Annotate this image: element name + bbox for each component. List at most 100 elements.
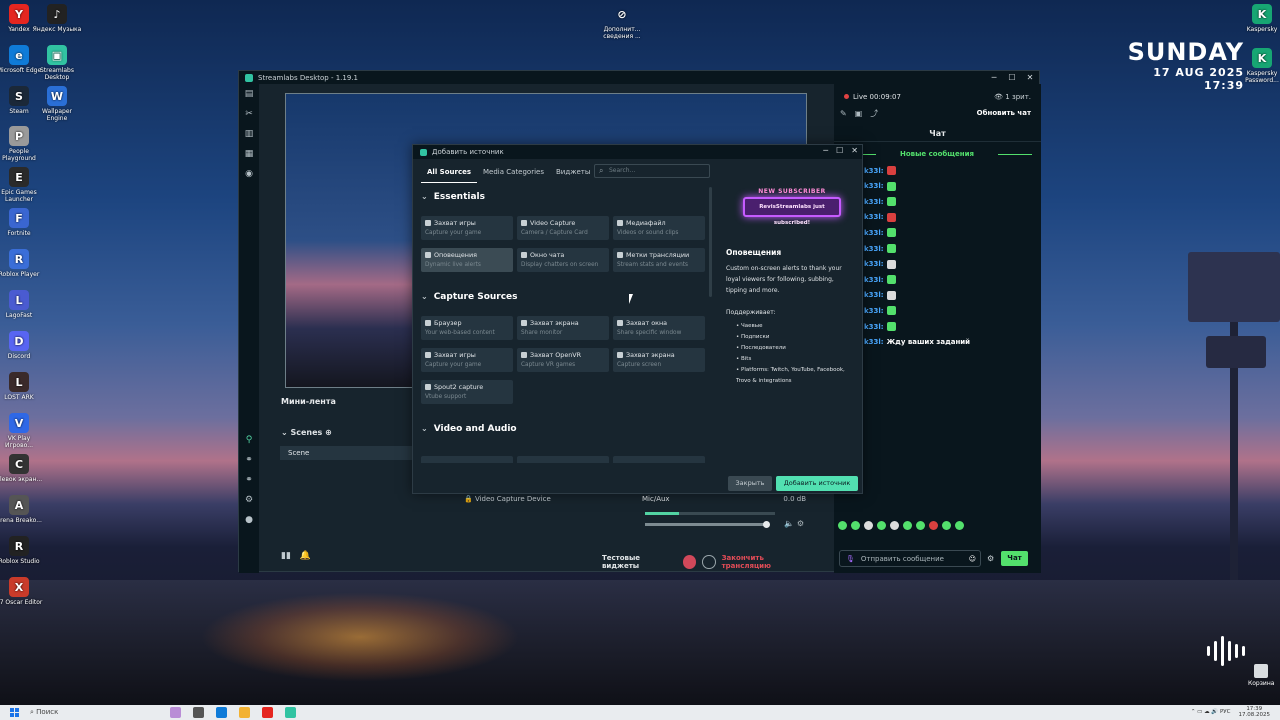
emote-icon[interactable] (864, 521, 873, 530)
desktop-icon[interactable]: A Arena Breako... (0, 495, 45, 524)
taskbar-app-icon[interactable] (262, 707, 273, 718)
desktop-icon[interactable]: ▣ Streamlabs Desktop (31, 45, 83, 81)
chat-input[interactable]: 🎙 Отправить сообщение ☺ (839, 550, 981, 567)
desktop-icon-extra[interactable]: ⊘ Дополнит... сведения ... (596, 4, 648, 41)
source-card[interactable]: Оповещения Dynamic live alerts (421, 248, 513, 272)
dialog-close-button[interactable]: ✕ (851, 146, 858, 155)
replay-button[interactable] (702, 555, 716, 569)
emote-icon[interactable] (955, 521, 964, 530)
link-icon[interactable]: ⚭ (239, 450, 259, 470)
desktop-icon[interactable]: L LOST ARK (0, 372, 45, 401)
mic-icon[interactable]: 🎙 (846, 555, 855, 563)
section-header[interactable]: Essentials (421, 192, 485, 202)
emoji-icon[interactable]: ☺ (969, 555, 976, 563)
chat-username[interactable]: k33l: (864, 229, 884, 237)
chat-username[interactable]: k33l: (864, 198, 884, 206)
tray-clock[interactable]: 17:39 17.08.2025 (1239, 706, 1271, 718)
emote-icon[interactable] (903, 521, 912, 530)
source-item[interactable]: 🔒 Video Capture Device (464, 495, 638, 503)
tab-all-sources[interactable]: All Sources (421, 165, 478, 183)
source-card[interactable] (421, 456, 513, 463)
layout-icon[interactable]: ▤ (239, 84, 259, 104)
tools-icon[interactable]: ✂ (239, 104, 259, 124)
end-stream-button[interactable]: Закончить трансляцию (722, 554, 812, 570)
desktop-icon[interactable]: V VK Play Игрово... (0, 413, 45, 449)
close-button[interactable]: ✕ (1021, 71, 1039, 84)
chat-username[interactable]: k33l: (864, 307, 884, 315)
chat-username[interactable]: k33l: (864, 323, 884, 331)
source-card[interactable]: Медиафайл Videos or sound clips (613, 216, 705, 240)
user-icon[interactable]: ● (239, 510, 259, 530)
desktop-icon[interactable]: P People Playground (0, 126, 45, 162)
desktop-icon[interactable]: C Clевок экран... (0, 454, 45, 483)
source-list-scrollbar[interactable] (709, 187, 712, 297)
chat-username[interactable]: k33l: (864, 260, 884, 268)
source-card[interactable]: Захват игры Capture your game (421, 348, 513, 372)
emote-icon[interactable] (838, 521, 847, 530)
add-source-button[interactable]: Добавить источник (776, 476, 858, 491)
scene-item[interactable]: Scene (280, 446, 412, 460)
source-card[interactable]: Захват OpenVR Capture VR games (517, 348, 609, 372)
source-card[interactable]: Захват экрана Capture screen (613, 348, 705, 372)
voice-assistant-icon[interactable] (1207, 636, 1245, 666)
taskbar-app-icon[interactable] (216, 707, 227, 718)
desktop-icon[interactable]: K Kaspersky (1236, 4, 1280, 33)
desktop-icon[interactable]: W Wallpaper Engine (31, 86, 83, 122)
desktop-icon[interactable]: R Roblox Player (0, 249, 45, 278)
source-card[interactable]: Захват игры Capture your game (421, 216, 513, 240)
section-header[interactable]: Video and Audio (421, 424, 517, 434)
link2-icon[interactable]: ⚭ (239, 470, 259, 490)
taskbar-app-icon[interactable] (193, 707, 204, 718)
emote-icon[interactable] (851, 521, 860, 530)
start-button[interactable] (8, 706, 22, 720)
source-card[interactable]: Захват экрана Share monitor (517, 316, 609, 340)
desktop-icon[interactable]: F Fortnite (0, 208, 45, 237)
desktop-icon[interactable]: E Epic Games Launcher (0, 167, 45, 203)
themes-icon[interactable]: ▦ (239, 144, 259, 164)
source-card[interactable] (613, 456, 705, 463)
section-header[interactable]: Capture Sources (421, 292, 518, 302)
camera-icon[interactable]: ▣ (855, 109, 871, 118)
source-card[interactable]: Браузер Your web-based content (421, 316, 513, 340)
emote-icon[interactable] (929, 521, 938, 530)
chat-username[interactable]: k33l: (864, 167, 884, 175)
source-card[interactable]: Метки трансляции Stream stats and events (613, 248, 705, 272)
dialog-maximize-button[interactable]: ☐ (836, 146, 843, 155)
dialog-titlebar[interactable]: Добавить источник (413, 145, 862, 159)
desktop-icon[interactable]: R Roblox Studio (0, 536, 45, 565)
source-card[interactable] (517, 456, 609, 463)
tab-media-categories[interactable]: Media Categories (477, 165, 550, 183)
bell-icon[interactable]: 🔔 (300, 551, 311, 561)
dashboard-icon[interactable]: ◉ (239, 164, 259, 184)
desktop-icon[interactable]: X X7 Oscar Editor (0, 577, 45, 606)
dialog-minimize-button[interactable]: ─ (823, 146, 828, 155)
source-card[interactable]: Окно чата Display chatters on screen (517, 248, 609, 272)
taskbar-app-icon[interactable] (170, 707, 181, 718)
window-titlebar[interactable]: Streamlabs Desktop - 1.19.1 (239, 71, 1039, 84)
gear-icon[interactable]: ⚙ (797, 519, 804, 528)
emote-icon[interactable] (890, 521, 899, 530)
test-widgets-button[interactable]: Тестовые виджеты (602, 554, 677, 570)
chat-username[interactable]: k33l: (864, 338, 884, 346)
store-icon[interactable]: ▥ (239, 124, 259, 144)
tray-icon[interactable]: РУС (1220, 709, 1231, 715)
taskbar-app-icon[interactable] (239, 707, 250, 718)
edit-icon[interactable]: ✎ (840, 109, 855, 118)
chat-username[interactable]: k33l: (864, 291, 884, 299)
record-button[interactable] (682, 555, 697, 569)
desktop-icon[interactable]: L LagoFast (0, 290, 45, 319)
source-search-input[interactable]: Search... (594, 164, 710, 178)
tab-widgets[interactable]: Виджеты (550, 165, 596, 183)
volume-slider[interactable] (645, 521, 770, 528)
chat-send-button[interactable]: Чат (1001, 551, 1028, 566)
stats-icon[interactable]: ▮▮ (281, 551, 291, 561)
dialog-close-action[interactable]: Закрыть (728, 476, 772, 491)
speaker-icon[interactable]: 🔈 (784, 519, 794, 528)
alert-box-icon[interactable]: ⚲ (239, 430, 259, 450)
minimize-button[interactable]: ─ (985, 71, 1003, 84)
maximize-button[interactable]: ☐ (1003, 71, 1021, 84)
source-card[interactable]: Video Capture Camera / Capture Card (517, 216, 609, 240)
settings-icon[interactable]: ⚙ (239, 490, 259, 510)
emote-icon[interactable] (916, 521, 925, 530)
desktop-icon[interactable]: D Discord (0, 331, 45, 360)
